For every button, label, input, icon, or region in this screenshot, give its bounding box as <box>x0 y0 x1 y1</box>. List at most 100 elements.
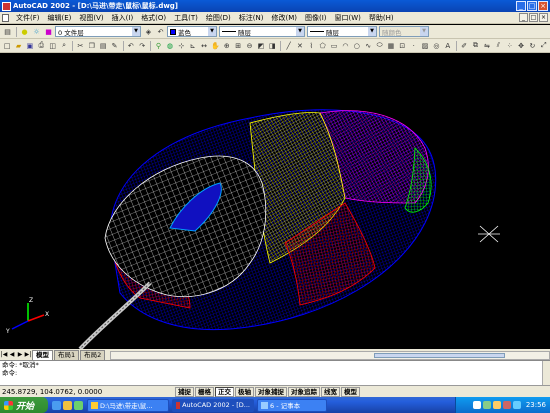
command-scrollbar[interactable] <box>542 361 550 385</box>
tab-layout1[interactable]: 布局1 <box>54 350 80 360</box>
tab-last-button[interactable]: ▶| <box>24 351 32 360</box>
open-file-icon[interactable]: ▰ <box>13 40 23 51</box>
polar-toggle[interactable]: 极轴 <box>235 386 254 397</box>
close-button[interactable]: × <box>538 1 548 11</box>
region-icon[interactable]: ◎ <box>431 40 441 51</box>
autocad-app-icon[interactable] <box>2 1 11 11</box>
arc-icon[interactable]: ◠ <box>340 40 350 51</box>
doc-minimize-button[interactable]: _ <box>519 13 528 22</box>
erase-icon[interactable]: ✐ <box>459 40 469 51</box>
menu-window[interactable]: 窗口(W) <box>331 13 365 23</box>
minimize-button[interactable]: _ <box>516 1 526 11</box>
layer-previous-icon[interactable]: ↶ <box>155 26 166 37</box>
layer-combo[interactable]: 0 文件层 ▼ <box>55 26 141 37</box>
polyline-icon[interactable]: ⌇ <box>306 40 316 51</box>
tab-model[interactable]: 模型 <box>32 350 53 360</box>
scrollbar-thumb[interactable] <box>373 353 506 358</box>
menu-image[interactable]: 图像(I) <box>301 13 331 23</box>
menu-dimension[interactable]: 标注(N) <box>235 13 268 23</box>
circle-icon[interactable]: ○ <box>352 40 362 51</box>
globe-icon[interactable]: ◍ <box>165 40 175 51</box>
grid-toggle[interactable]: 栅格 <box>195 386 214 397</box>
make-block-icon[interactable]: ⊡ <box>397 40 407 51</box>
layers-icon[interactable]: ▤ <box>2 26 13 37</box>
named-views-icon[interactable]: ◨ <box>267 40 277 51</box>
taskbar-item-autocad[interactable]: AutoCAD 2002 - [D... <box>172 398 254 412</box>
spline-icon[interactable]: ∿ <box>363 40 373 51</box>
copy-icon[interactable]: ❐ <box>87 40 97 51</box>
find-icon[interactable]: ⌕ <box>59 40 69 51</box>
hatch-icon[interactable]: ▨ <box>420 40 430 51</box>
ellipse-icon[interactable]: ⬭ <box>374 40 384 51</box>
linetype-combo[interactable]: 随层 ▼ <box>219 26 305 37</box>
lineweight-toggle[interactable]: 线宽 <box>321 386 340 397</box>
maximize-button[interactable]: □ <box>527 1 537 11</box>
taskbar-item-explorer[interactable]: D:\马进\带走\鼠... <box>87 398 169 412</box>
save-icon[interactable]: ▣ <box>25 40 35 51</box>
new-file-icon[interactable]: □ <box>2 40 12 51</box>
menu-tools[interactable]: 工具(T) <box>170 13 202 23</box>
copy-object-icon[interactable]: ⧉ <box>470 40 480 51</box>
chevron-down-icon[interactable]: ▼ <box>208 27 216 36</box>
menu-format[interactable]: 格式(O) <box>137 13 170 23</box>
ortho-toggle[interactable]: 正交 <box>215 386 234 397</box>
command-prompt[interactable]: 命令: <box>0 369 550 377</box>
menu-edit[interactable]: 编辑(E) <box>44 13 76 23</box>
layer-freeze-icon[interactable]: ☼ <box>31 26 42 37</box>
paste-icon[interactable]: ▤ <box>98 40 108 51</box>
hyperlink-icon[interactable]: ⚲ <box>153 40 163 51</box>
coordinates-readout[interactable]: 245.8729, 104.0762, 0.0000 <box>0 388 175 396</box>
aerial-view-icon[interactable]: ◩ <box>256 40 266 51</box>
distance-icon[interactable]: ↔ <box>199 40 209 51</box>
layer-color-icon[interactable]: ■ <box>43 26 54 37</box>
tab-first-button[interactable]: |◀ <box>0 351 8 360</box>
offset-icon[interactable]: ⫽ <box>493 40 503 51</box>
make-object-layer-current-icon[interactable]: ◈ <box>143 26 154 37</box>
document-icon[interactable] <box>2 13 9 22</box>
ucs-icon[interactable]: ⊾ <box>187 40 197 51</box>
doc-close-button[interactable]: × <box>539 13 548 22</box>
color-combo[interactable]: 蓝色 ▼ <box>167 26 217 37</box>
tab-layout2[interactable]: 布局2 <box>80 350 106 360</box>
line-icon[interactable]: ╱ <box>283 40 293 51</box>
tab-prev-button[interactable]: ◀ <box>8 351 16 360</box>
chevron-down-icon[interactable]: ▼ <box>132 27 140 36</box>
antivirus-icon[interactable] <box>502 401 511 409</box>
tab-next-button[interactable]: ▶ <box>16 351 24 360</box>
redo-icon[interactable]: ↷ <box>137 40 147 51</box>
match-properties-icon[interactable]: ✎ <box>109 40 119 51</box>
menu-modify[interactable]: 修改(M) <box>267 13 301 23</box>
folder-icon[interactable] <box>63 400 72 410</box>
lineweight-combo[interactable]: 随层 ▼ <box>307 26 377 37</box>
ime-icon[interactable] <box>512 401 521 409</box>
snap-toggle[interactable]: 捕捉 <box>175 386 194 397</box>
menu-view[interactable]: 视图(V) <box>75 13 107 23</box>
command-window[interactable]: 命令: *取消* 命令: <box>0 360 550 385</box>
print-icon[interactable]: ⎙ <box>36 40 46 51</box>
array-icon[interactable]: ⁘ <box>504 40 514 51</box>
chevron-down-icon[interactable]: ▼ <box>296 27 304 36</box>
osnap-toggle[interactable]: 对象捕捉 <box>255 386 287 397</box>
model-toggle[interactable]: 模型 <box>341 386 360 397</box>
menu-file[interactable]: 文件(F) <box>12 13 44 23</box>
desktop-icon[interactable] <box>74 400 83 410</box>
ie-icon[interactable] <box>52 400 61 410</box>
chevron-down-icon[interactable]: ▼ <box>368 27 376 36</box>
cut-icon[interactable]: ✂ <box>75 40 85 51</box>
network-icon[interactable] <box>482 401 491 409</box>
rotate-icon[interactable]: ↻ <box>527 40 537 51</box>
point-icon[interactable]: · <box>409 40 419 51</box>
layer-on-icon[interactable]: ● <box>19 26 30 37</box>
pan-icon[interactable]: ✋ <box>210 40 220 51</box>
volume-icon[interactable] <box>492 401 501 409</box>
zoom-previous-icon[interactable]: ⊖ <box>244 40 254 51</box>
menu-help[interactable]: 帮助(H) <box>365 13 398 23</box>
tray-icon[interactable] <box>472 401 481 409</box>
menu-draw[interactable]: 绘图(D) <box>202 13 235 23</box>
rectangle-icon[interactable]: ▭ <box>329 40 339 51</box>
polygon-icon[interactable]: ⬠ <box>318 40 328 51</box>
mtext-icon[interactable]: A <box>443 40 453 51</box>
construction-line-icon[interactable]: ✕ <box>295 40 305 51</box>
scale-icon[interactable]: ⤢ <box>539 40 549 51</box>
taskbar-item-notepad[interactable]: 6 - 记事本 <box>257 398 327 412</box>
